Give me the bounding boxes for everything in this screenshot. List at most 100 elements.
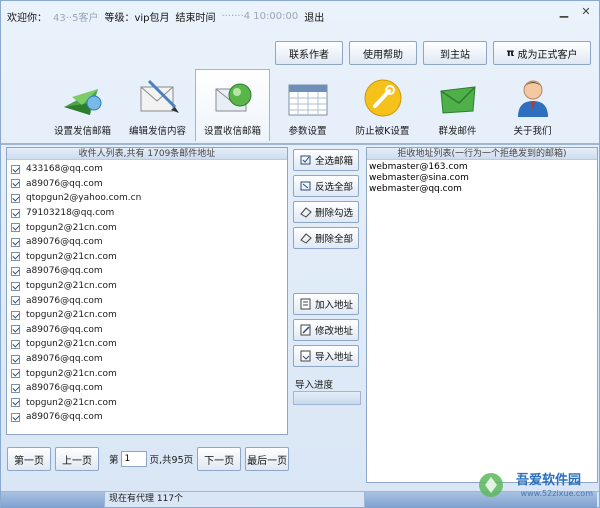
next-page-button[interactable]: 下一页: [197, 447, 242, 471]
page-prefix: 第: [109, 455, 119, 466]
recipient-row[interactable]: topgun2@21cn.com: [9, 220, 285, 235]
recipient-address: a89076@qq.com: [26, 266, 103, 277]
contact-author-button[interactable]: 联系作者: [275, 41, 343, 65]
invert-selection-button[interactable]: 反选全部: [293, 175, 359, 197]
recipient-checkbox[interactable]: [11, 179, 20, 189]
add-address-label: 加入地址: [315, 300, 354, 311]
reject-list-header: 拒收地址列表(一行为一个拒绝发到的邮箱): [367, 148, 597, 160]
add-address-button[interactable]: 加入地址: [293, 293, 359, 315]
recipient-address: topgun2@21cn.com: [26, 397, 117, 408]
main-site-button[interactable]: 到主站: [423, 41, 487, 65]
wrench-icon: [364, 79, 401, 117]
recipient-checkbox[interactable]: [11, 412, 20, 422]
mail-edit-icon: [140, 79, 179, 113]
recipient-row[interactable]: a89076@qq.com: [9, 177, 285, 192]
recipient-checkbox[interactable]: [11, 266, 20, 276]
recipient-checkbox[interactable]: [11, 310, 20, 320]
recipient-row[interactable]: topgun2@21cn.com: [9, 337, 285, 352]
reject-list-panel: 拒收地址列表(一行为一个拒绝发到的邮箱): [366, 147, 598, 483]
recipient-row[interactable]: 433168@qq.com: [9, 162, 285, 177]
tool-label: 防止被K设置: [355, 126, 410, 137]
recipient-row[interactable]: topgun2@21cn.com: [9, 279, 285, 294]
import-progress-label: 导入进度: [295, 380, 334, 391]
recipient-row[interactable]: qtopgun2@yahoo.com.cn: [9, 191, 285, 206]
recipient-row[interactable]: a89076@qq.com: [9, 323, 285, 338]
recipient-row[interactable]: 79103218@qq.com: [9, 206, 285, 221]
tool-send-mailbox[interactable]: 设置发信邮箱: [45, 73, 120, 141]
delete-all-button[interactable]: 删除全部: [293, 227, 359, 249]
tool-anti-block[interactable]: 防止被K设置: [345, 73, 420, 141]
delete-checked-label: 删除勾选: [315, 208, 354, 219]
recipient-checkbox[interactable]: [11, 237, 20, 247]
recipient-checkbox[interactable]: [11, 325, 20, 335]
tool-mass-send[interactable]: 群发邮件: [420, 73, 495, 141]
delete-checked-button[interactable]: 删除勾选: [293, 201, 359, 223]
edit-address-button[interactable]: 修改地址: [293, 319, 359, 341]
recipient-address: a89076@qq.com: [26, 412, 103, 423]
recipient-checkbox[interactable]: [11, 296, 20, 306]
upgrade-button[interactable]: π 成为正式客户: [493, 41, 591, 65]
eraser-icon: [300, 207, 312, 218]
customer-id: 43··5客户: [53, 12, 99, 24]
select-all-button[interactable]: 全选邮箱: [293, 149, 359, 171]
level-label: 等级：vip包月: [104, 12, 170, 24]
end-time-value: ·······4 10:00:00: [221, 10, 299, 22]
recipient-checkbox[interactable]: [11, 208, 20, 218]
status-segment-left: [1, 492, 105, 508]
recipient-list[interactable]: 433168@qq.com a89076@qq.com qtopgun2@yahoo…: [7, 160, 287, 427]
recipient-checkbox[interactable]: [11, 223, 20, 233]
recipient-checkbox[interactable]: [11, 398, 20, 408]
invert-label: 反选全部: [315, 182, 354, 193]
minimize-icon[interactable]: ▁: [557, 5, 571, 19]
recipient-address: a89076@qq.com: [26, 178, 103, 189]
tool-about[interactable]: 关于我们: [495, 73, 570, 141]
last-page-button[interactable]: 最后一页: [245, 447, 290, 471]
recipient-row[interactable]: a89076@qq.com: [9, 235, 285, 250]
recipient-row[interactable]: topgun2@21cn.com: [9, 366, 285, 381]
recipient-row[interactable]: a89076@qq.com: [9, 293, 285, 308]
reject-list-textarea[interactable]: [367, 160, 597, 480]
recipient-list-header: 收件人列表,共有 1709条邮件地址: [7, 148, 287, 160]
recipient-row[interactable]: topgun2@21cn.com: [9, 396, 285, 411]
recipient-checkbox[interactable]: [11, 252, 20, 262]
tool-receive-mailbox[interactable]: 设置收信邮箱: [195, 69, 270, 141]
recipient-address: a89076@qq.com: [26, 354, 103, 365]
toolbar-divider: [1, 143, 599, 145]
import-address-label: 导入地址: [315, 352, 354, 363]
recipient-row[interactable]: a89076@qq.com: [9, 381, 285, 396]
app-window: 欢迎你： 43··5客户 等级：vip包月 结束时间 ·······4 10:0…: [0, 0, 600, 508]
recipient-row[interactable]: topgun2@21cn.com: [9, 250, 285, 265]
first-page-button[interactable]: 第一页: [7, 447, 51, 471]
recipient-row[interactable]: topgun2@21cn.com: [9, 308, 285, 323]
recipient-address: topgun2@21cn.com: [26, 339, 117, 350]
prev-page-button[interactable]: 上一页: [55, 447, 99, 471]
help-button[interactable]: 使用帮助: [349, 41, 417, 65]
logout-link[interactable]: 退出: [304, 9, 324, 24]
tool-edit-content[interactable]: 编辑发信内容: [120, 73, 195, 141]
recipient-address: qtopgun2@yahoo.com.cn: [26, 193, 142, 204]
recipient-checkbox[interactable]: [11, 281, 20, 291]
eraser-icon: [300, 233, 312, 244]
recipient-row[interactable]: a89076@qq.com: [9, 352, 285, 367]
pi-icon: π: [506, 47, 515, 59]
edit-address-icon: [300, 324, 311, 336]
recipient-checkbox[interactable]: [11, 369, 20, 379]
watermark-brand: 吾爱软件园: [515, 473, 581, 488]
recipient-row[interactable]: a89076@qq.com: [9, 264, 285, 279]
envelope-icon: [439, 86, 476, 114]
recipient-row[interactable]: a89076@qq.com: [9, 410, 285, 425]
tool-label: 群发邮件: [438, 126, 477, 137]
recipient-checkbox[interactable]: [11, 339, 20, 349]
invert-icon: [300, 181, 311, 191]
recipient-address: 79103218@qq.com: [26, 208, 115, 219]
recipient-checkbox[interactable]: [11, 164, 20, 174]
tool-parameters[interactable]: 参数设置: [270, 73, 345, 141]
recipient-checkbox[interactable]: [11, 383, 20, 393]
recipient-checkbox[interactable]: [11, 354, 20, 364]
page-number-input[interactable]: [120, 451, 147, 467]
recipient-address: topgun2@21cn.com: [26, 251, 117, 262]
recipient-checkbox[interactable]: [11, 193, 20, 203]
close-icon[interactable]: ✕: [579, 5, 593, 19]
import-address-button[interactable]: 导入地址: [293, 345, 359, 367]
tool-label: 关于我们: [513, 126, 552, 137]
